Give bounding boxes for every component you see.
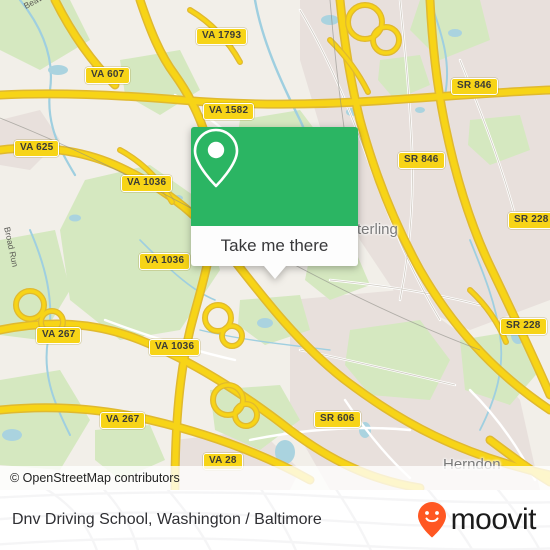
callout-tail xyxy=(264,266,286,279)
road-shield[interactable]: SR 228 xyxy=(500,318,547,335)
footer-title-text: Dnv Driving School, Washington / Baltimo… xyxy=(12,511,322,528)
road-shield[interactable]: VA 1793 xyxy=(196,28,248,45)
map-canvas[interactable]: VA 1793 VA 607 VA 1582 SR 846 VA 625 SR … xyxy=(0,0,550,490)
road-shield[interactable]: SR 228 xyxy=(508,212,550,229)
moovit-logo[interactable]: moovit xyxy=(417,490,537,550)
road-shield[interactable]: VA 1036 xyxy=(139,253,191,270)
road-shield[interactable]: VA 607 xyxy=(85,67,131,84)
moovit-wordmark: moovit xyxy=(450,503,537,536)
road-shield[interactable]: VA 267 xyxy=(36,327,82,344)
road-shield[interactable]: VA 1036 xyxy=(149,339,201,356)
attribution-text: © OpenStreetMap contributors xyxy=(10,471,180,485)
take-me-there-label: Take me there xyxy=(220,236,329,255)
road-shield[interactable]: SR 846 xyxy=(451,78,498,95)
footer-bar: Dnv Driving School, Washington / Baltimo… xyxy=(0,490,550,550)
map-pin-icon xyxy=(193,128,239,188)
take-me-there-button[interactable]: Take me there xyxy=(191,226,358,266)
footer-title: Dnv Driving School, Washington / Baltimo… xyxy=(12,490,322,550)
road-shield[interactable]: SR 846 xyxy=(398,152,445,169)
card-header xyxy=(191,127,358,226)
road-shield[interactable]: VA 1036 xyxy=(121,175,173,192)
moovit-pin-smiley-icon xyxy=(417,502,446,538)
screenshot-root: VA 1793 VA 607 VA 1582 SR 846 VA 625 SR … xyxy=(0,0,550,550)
location-callout-card[interactable]: Take me there xyxy=(191,127,358,279)
road-shield[interactable]: SR 606 xyxy=(314,411,361,428)
road-shield[interactable]: VA 267 xyxy=(100,412,146,429)
map-attribution: © OpenStreetMap contributors xyxy=(0,466,550,490)
road-shield[interactable]: VA 1582 xyxy=(203,103,255,120)
road-shield[interactable]: VA 625 xyxy=(14,140,60,157)
